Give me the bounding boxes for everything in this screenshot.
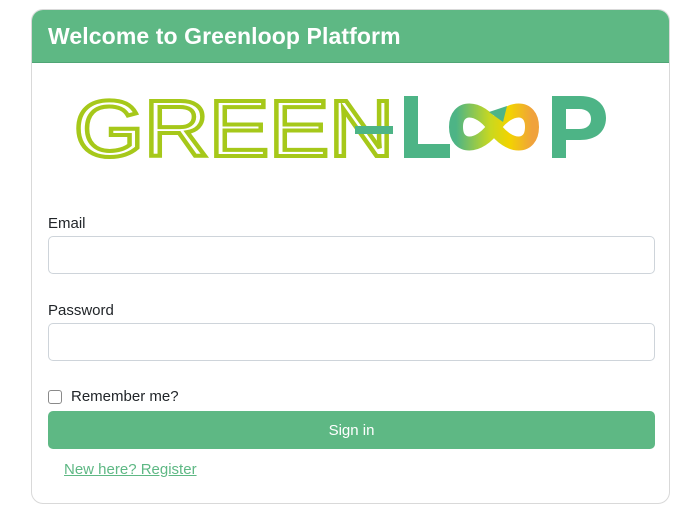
- page-title: Welcome to Greenloop Platform: [48, 22, 401, 49]
- greenloop-logo: GREEN: [74, 90, 606, 166]
- remember-me-checkbox[interactable]: [48, 389, 62, 404]
- password-field[interactable]: [48, 323, 655, 361]
- register-link[interactable]: New here? Register: [64, 461, 197, 478]
- svg-text:GREEN: GREEN: [74, 90, 394, 166]
- login-card: Welcome to Greenloop Platform GREEN Emai…: [31, 9, 670, 504]
- remember-me-label[interactable]: Remember me?: [71, 388, 179, 405]
- password-label: Password: [48, 302, 114, 319]
- remember-me-row[interactable]: Remember me?: [48, 388, 179, 405]
- email-label: Email: [48, 215, 86, 232]
- card-header: Welcome to Greenloop Platform: [32, 10, 669, 63]
- email-field[interactable]: [48, 236, 655, 274]
- sign-in-button[interactable]: Sign in: [48, 411, 655, 449]
